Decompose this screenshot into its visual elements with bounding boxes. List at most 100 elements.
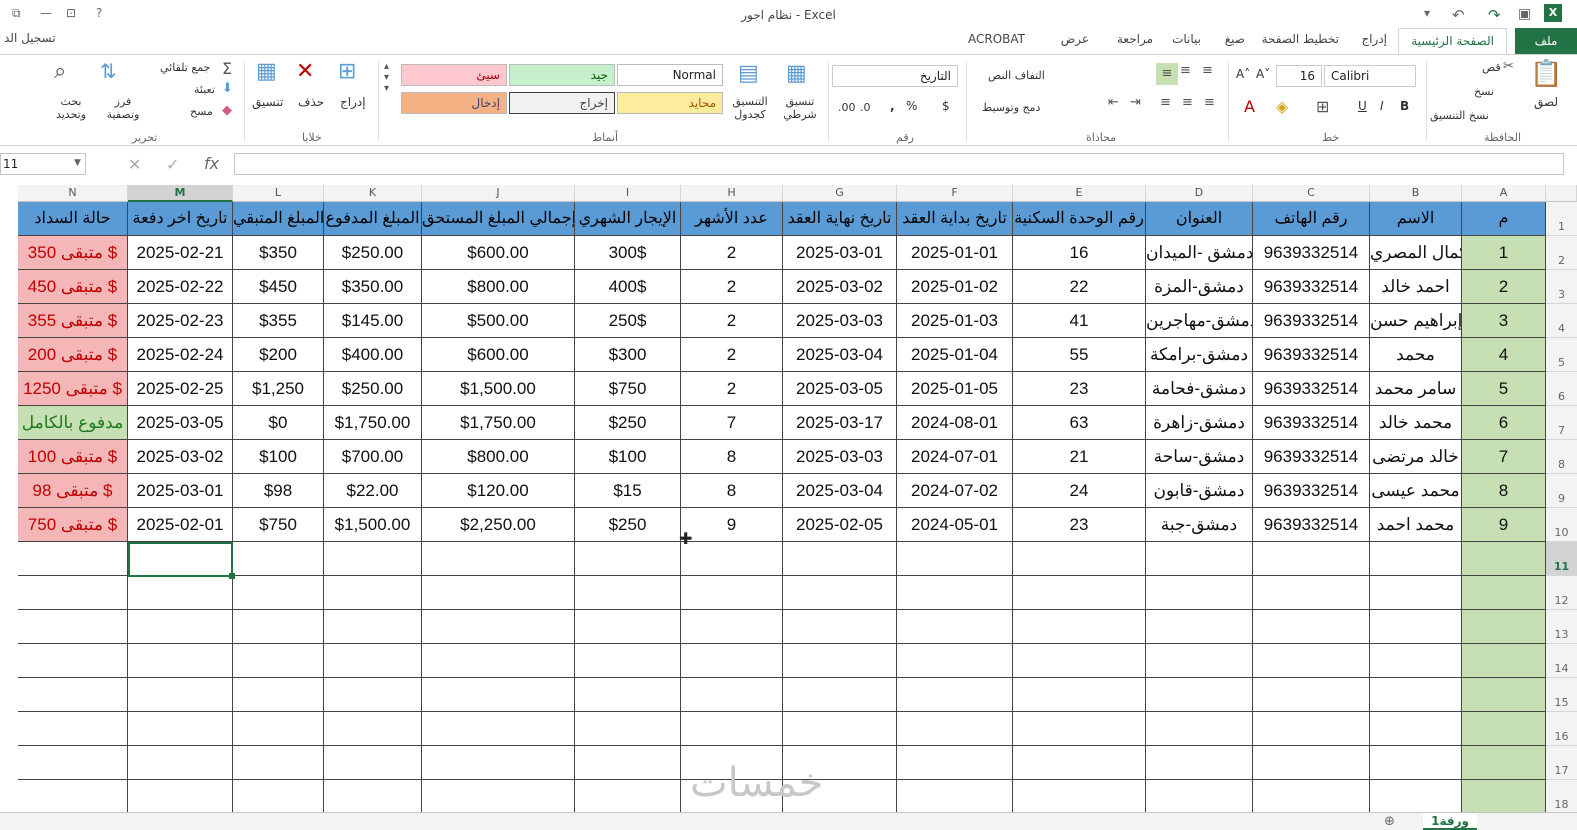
empty-cell[interactable]: [783, 712, 897, 746]
table-cell-end[interactable]: 2025-03-01: [783, 236, 897, 270]
empty-cell[interactable]: [422, 644, 575, 678]
cut-button[interactable]: قص: [1482, 61, 1501, 74]
empty-cell[interactable]: [1253, 644, 1370, 678]
table-cell-m[interactable]: 9: [1462, 508, 1546, 542]
table-cell-addr[interactable]: دمشق -الميدان: [1146, 236, 1253, 270]
style-bad[interactable]: سيئ: [401, 64, 507, 86]
table-cell-status[interactable]: متبقى 1250 $: [18, 372, 128, 406]
empty-cell[interactable]: [783, 610, 897, 644]
empty-cell[interactable]: [783, 644, 897, 678]
empty-cell[interactable]: [422, 780, 575, 814]
header-cell[interactable]: إجمالي المبلغ المستحق: [422, 202, 575, 236]
table-cell-start[interactable]: 2025-01-02: [897, 270, 1013, 304]
tab-acrobat[interactable]: ACROBAT: [968, 32, 1025, 46]
table-cell-m[interactable]: 8: [1462, 474, 1546, 508]
empty-cell[interactable]: [1370, 542, 1462, 576]
column-header-a[interactable]: A: [1462, 185, 1546, 202]
empty-cell[interactable]: [233, 712, 324, 746]
table-cell-start[interactable]: 2024-05-01: [897, 508, 1013, 542]
conditional-format-icon[interactable]: ▦: [786, 61, 807, 86]
empty-cell[interactable]: [18, 746, 128, 780]
empty-cell[interactable]: [18, 780, 128, 814]
empty-cell[interactable]: [897, 542, 1013, 576]
table-cell-m[interactable]: 3: [1462, 304, 1546, 338]
empty-cell[interactable]: [18, 576, 128, 610]
empty-cell[interactable]: [422, 542, 575, 576]
empty-cell[interactable]: [128, 576, 233, 610]
format-cells-icon[interactable]: ▦: [256, 59, 277, 84]
underline-button[interactable]: U: [1358, 99, 1367, 113]
column-header-k[interactable]: K: [324, 185, 422, 202]
empty-cell[interactable]: [1146, 644, 1253, 678]
borders-icon[interactable]: ⊞: [1316, 97, 1329, 116]
style-neutral[interactable]: محايد: [617, 92, 723, 114]
header-cell[interactable]: رقم الهاتف: [1253, 202, 1370, 236]
table-cell-status[interactable]: متبقى 355 $: [18, 304, 128, 338]
table-cell-months[interactable]: 2: [681, 338, 783, 372]
table-cell-rem[interactable]: $355: [233, 304, 324, 338]
empty-cell[interactable]: [1253, 576, 1370, 610]
save-icon[interactable]: ▣: [1518, 6, 1531, 22]
paste-button[interactable]: لصق: [1534, 95, 1558, 109]
empty-cell[interactable]: [1370, 712, 1462, 746]
table-cell-addr[interactable]: دمشق-ساحة: [1146, 440, 1253, 474]
align-top-icon[interactable]: ≡: [1156, 63, 1178, 85]
conditional-format-button[interactable]: تنسيق شرطي: [780, 95, 820, 121]
delete-cells-icon[interactable]: ✕: [296, 59, 314, 84]
table-cell-last[interactable]: 2025-02-21: [128, 236, 233, 270]
table-cell-name[interactable]: احمد خالد: [1370, 270, 1462, 304]
table-cell-paid[interactable]: $700.00: [324, 440, 422, 474]
table-cell-paid[interactable]: $1,750.00: [324, 406, 422, 440]
sheet-tab[interactable]: ورقة1: [1423, 813, 1477, 830]
header-cell[interactable]: م: [1462, 202, 1546, 236]
table-cell-status[interactable]: مدفوع بالكامل: [18, 406, 128, 440]
table-cell-rem[interactable]: $0: [233, 406, 324, 440]
empty-cell[interactable]: [1462, 712, 1546, 746]
table-cell-unit[interactable]: 16: [1013, 236, 1146, 270]
formula-input[interactable]: [234, 153, 1564, 175]
tab-view[interactable]: عرض: [1061, 32, 1089, 46]
empty-cell[interactable]: [324, 610, 422, 644]
style-normal[interactable]: Normal: [617, 64, 723, 86]
empty-cell[interactable]: [1146, 542, 1253, 576]
empty-cell[interactable]: [897, 712, 1013, 746]
redo-icon[interactable]: ↷: [1488, 6, 1501, 24]
empty-cell[interactable]: [897, 746, 1013, 780]
row-header-7[interactable]: 7: [1546, 406, 1577, 440]
row-header-12[interactable]: 12: [1546, 576, 1577, 610]
table-cell-unit[interactable]: 63: [1013, 406, 1146, 440]
row-header-10[interactable]: 10: [1546, 508, 1577, 542]
empty-cell[interactable]: [128, 712, 233, 746]
empty-cell[interactable]: [575, 780, 681, 814]
table-cell-last[interactable]: 2025-03-02: [128, 440, 233, 474]
outdent-icon[interactable]: ⇥: [1130, 95, 1141, 110]
empty-cell[interactable]: [324, 746, 422, 780]
table-cell-end[interactable]: 2025-03-04: [783, 338, 897, 372]
column-header-e[interactable]: E: [1013, 185, 1146, 202]
name-box-dropdown-icon[interactable]: ▼: [74, 158, 81, 168]
header-cell[interactable]: تاريخ نهاية العقد: [783, 202, 897, 236]
table-cell-m[interactable]: 4: [1462, 338, 1546, 372]
table-cell-addr[interactable]: دمشق-مهاجرين: [1146, 304, 1253, 338]
empty-cell[interactable]: [233, 780, 324, 814]
autosum-button[interactable]: جمع تلقائي: [160, 61, 210, 74]
empty-cell[interactable]: [324, 644, 422, 678]
empty-cell[interactable]: [233, 542, 324, 576]
table-cell-last[interactable]: 2025-02-22: [128, 270, 233, 304]
table-cell-last[interactable]: 2025-03-01: [128, 474, 233, 508]
empty-cell[interactable]: [1013, 678, 1146, 712]
empty-cell[interactable]: [1370, 610, 1462, 644]
decrease-decimal-icon[interactable]: .00: [838, 101, 856, 114]
table-cell-phone[interactable]: 9639332514: [1253, 338, 1370, 372]
empty-cell[interactable]: [1013, 610, 1146, 644]
row-header-2[interactable]: 2: [1546, 236, 1577, 270]
row-header-16[interactable]: 16: [1546, 712, 1577, 746]
empty-cell[interactable]: [575, 610, 681, 644]
empty-cell[interactable]: [575, 576, 681, 610]
table-cell-status[interactable]: متبقى 200 $: [18, 338, 128, 372]
selected-cell[interactable]: [128, 542, 235, 579]
table-cell-last[interactable]: 2025-02-01: [128, 508, 233, 542]
empty-cell[interactable]: [422, 610, 575, 644]
fill-button[interactable]: تعبئة: [194, 83, 215, 96]
font-name-box[interactable]: Calibri: [1324, 65, 1416, 87]
